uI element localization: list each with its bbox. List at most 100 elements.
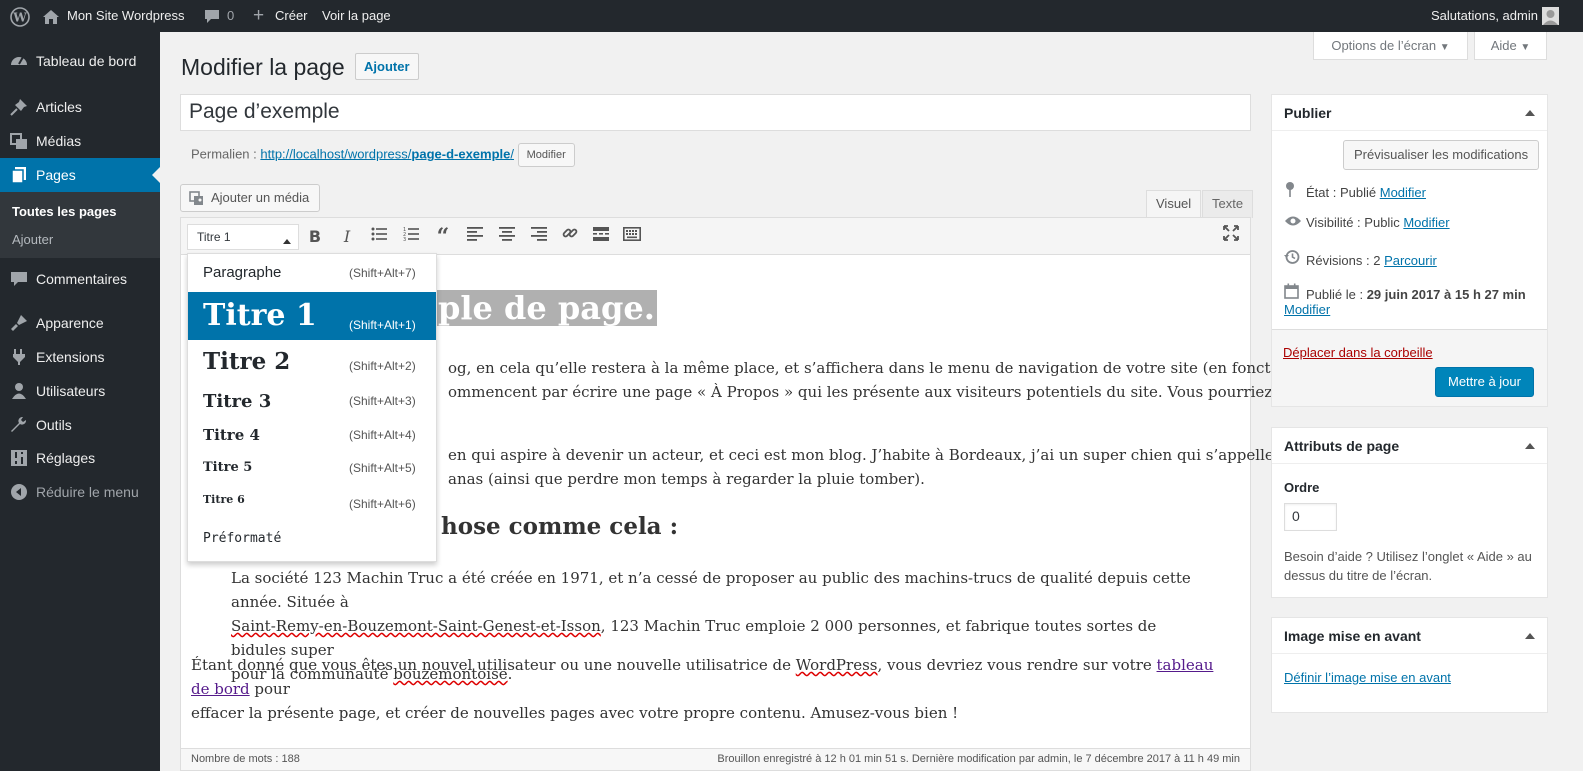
sidebar-item-label: Commentaires	[36, 271, 128, 287]
revisions-row: Révisions : 2 Parcourir	[1284, 249, 1437, 268]
format-option-paragraph[interactable]: Paragraphe (Shift+Alt+7)	[188, 254, 436, 292]
media-icon	[189, 185, 205, 211]
format-option-heading-4[interactable]: Titre 4 (Shift+Alt+4)	[188, 418, 436, 451]
pin-icon	[1284, 181, 1306, 200]
preview-changes-button[interactable]: Prévisualiser les modifications	[1343, 140, 1540, 170]
align-left-icon[interactable]	[461, 223, 489, 251]
submenu-all-pages[interactable]: Toutes les pages	[12, 204, 117, 219]
align-right-icon[interactable]	[525, 223, 553, 251]
format-dropdown-menu: Paragraphe (Shift+Alt+7) Titre 1 (Shift+…	[187, 253, 437, 562]
sidebar-item-media[interactable]: Médias	[0, 124, 160, 158]
new-content-link[interactable]: Créer	[275, 0, 308, 32]
media-icon	[9, 124, 29, 150]
set-featured-image-link[interactable]: Définir l’image mise en avant	[1284, 670, 1451, 685]
submenu-add-page[interactable]: Ajouter	[12, 232, 53, 247]
sidebar-item-comments[interactable]: Commentaires	[0, 262, 160, 296]
sidebar-item-dashboard[interactable]: Tableau de bord	[0, 44, 160, 78]
edit-date-link[interactable]: Modifier	[1284, 302, 1330, 317]
visibility-row: Visibilité : Public Modifier	[1284, 215, 1450, 230]
align-center-icon[interactable]	[493, 223, 521, 251]
format-option-preformatted[interactable]: Préformaté	[188, 518, 436, 561]
svg-text:3: 3	[403, 237, 406, 241]
order-input[interactable]: 0	[1284, 503, 1337, 531]
quote-icon[interactable]: “	[429, 223, 457, 251]
permalink-link[interactable]: http://localhost/wordpress/page-d-exempl…	[260, 146, 514, 161]
collapse-arrow-icon[interactable]	[1525, 110, 1535, 116]
read-more-icon[interactable]	[587, 223, 615, 251]
page-title: Modifier la page	[181, 54, 345, 80]
p3-line-2: effacer la présente page, et créer de no…	[191, 704, 959, 722]
comments-count[interactable]: 0	[227, 0, 234, 32]
comments-icon[interactable]	[204, 0, 220, 32]
add-new-page-button[interactable]: Ajouter	[355, 53, 419, 80]
edit-visibility-link[interactable]: Modifier	[1403, 215, 1449, 230]
numbered-list-icon[interactable]: 123	[397, 223, 425, 251]
site-name-link[interactable]: Mon Site Wordpress	[67, 0, 185, 32]
home-icon[interactable]	[42, 0, 60, 32]
blockquote-line-1: La société 123 Machin Truc a été créée e…	[231, 569, 1191, 611]
format-option-heading-5[interactable]: Titre 5 (Shift+Alt+5)	[188, 451, 436, 484]
format-option-heading-1[interactable]: Titre 1 (Shift+Alt+1)	[188, 292, 436, 340]
published-date-row: Publié le : 29 juin 2017 à 15 h 27 min	[1284, 283, 1526, 302]
pages-submenu: Toutes les pages Ajouter	[0, 186, 160, 258]
update-button[interactable]: Mettre à jour	[1435, 367, 1534, 397]
settings-icon	[9, 441, 29, 467]
calendar-icon	[1284, 283, 1306, 302]
toolbar-toggle-icon[interactable]	[618, 223, 646, 251]
tab-text[interactable]: Texte	[1202, 190, 1254, 218]
collapse-arrow-icon[interactable]	[1525, 443, 1535, 449]
page-attributes-header[interactable]: Attributs de page	[1272, 428, 1547, 464]
collapse-icon	[9, 475, 29, 501]
users-icon	[9, 374, 29, 400]
format-option-heading-3[interactable]: Titre 3 (Shift+Alt+3)	[188, 384, 436, 418]
word-count: Nombre de mots : 188	[191, 753, 300, 765]
publish-box-header[interactable]: Publier	[1272, 95, 1547, 131]
post-title-input[interactable]: Page d’exemple	[180, 94, 1251, 131]
trash-link[interactable]: Déplacer dans la corbeille	[1283, 345, 1433, 360]
screen-options-button[interactable]: Options de l’écran ▼	[1313, 32, 1468, 60]
avatar[interactable]	[1542, 7, 1559, 25]
bold-icon[interactable]: B	[301, 223, 329, 251]
sidebar-item-settings[interactable]: Réglages	[0, 441, 160, 475]
sidebar-item-tools[interactable]: Outils	[0, 408, 160, 442]
sidebar-item-collapse[interactable]: Réduire le menu	[0, 475, 160, 509]
fullscreen-icon[interactable]	[1217, 223, 1245, 251]
plugins-icon	[9, 340, 29, 366]
permalink-edit-button[interactable]: Modifier	[517, 143, 575, 167]
attributes-help-text: Besoin d’aide ? Utilisez l’onglet « Aide…	[1284, 549, 1532, 583]
sidebar-item-label: Utilisateurs	[36, 383, 106, 399]
history-icon	[1284, 249, 1306, 268]
sidebar-item-plugins[interactable]: Extensions	[0, 340, 160, 374]
wordpress-icon[interactable]: W	[10, 0, 30, 32]
format-option-heading-2[interactable]: Titre 2 (Shift+Alt+2)	[188, 340, 436, 384]
featured-image-header[interactable]: Image mise en avant	[1272, 618, 1547, 654]
content-p1-line2: ommencent par écrire une page « À Propos…	[448, 383, 1286, 401]
sidebar-item-pin[interactable]: Articles	[0, 90, 160, 124]
link-icon[interactable]	[556, 223, 584, 251]
italic-icon[interactable]: I	[333, 223, 361, 251]
permalink-label: Permalien :	[191, 146, 257, 162]
edit-status-link[interactable]: Modifier	[1380, 185, 1426, 200]
admin-sidebar: Toutes les pages Ajouter Tableau de bord…	[0, 32, 160, 771]
pin-icon	[9, 90, 29, 116]
collapse-arrow-icon[interactable]	[1525, 633, 1535, 639]
published-edit-row: Modifier	[1284, 302, 1330, 317]
view-page-link[interactable]: Voir la page	[322, 0, 391, 32]
sidebar-item-label: Outils	[36, 417, 72, 433]
format-option-heading-6[interactable]: Titre 6 (Shift+Alt+6)	[188, 484, 436, 518]
bullet-list-icon[interactable]	[365, 223, 393, 251]
browse-revisions-link[interactable]: Parcourir	[1384, 253, 1437, 268]
selected-heading-1: ple de page.	[436, 289, 657, 327]
add-media-button[interactable]: Ajouter un média	[180, 184, 321, 212]
svg-text:W: W	[12, 10, 27, 24]
help-button[interactable]: Aide ▼	[1474, 32, 1547, 60]
sidebar-item-appearance[interactable]: Apparence	[0, 306, 160, 340]
tools-icon	[9, 408, 29, 434]
format-select[interactable]: Titre 1	[187, 224, 299, 250]
sidebar-item-label: Réglages	[36, 450, 96, 466]
tab-visual[interactable]: Visuel	[1146, 190, 1202, 218]
greeting-text[interactable]: Salutations, admin	[1431, 0, 1538, 32]
sidebar-item-pages[interactable]: Pages	[0, 158, 160, 192]
sidebar-item-users[interactable]: Utilisateurs	[0, 374, 160, 408]
sidebar-item-label: Apparence	[36, 315, 104, 331]
